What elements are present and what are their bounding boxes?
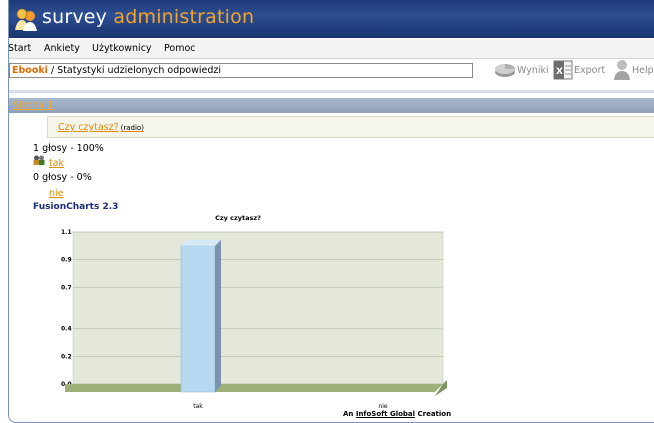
fusioncharts-version: FusionCharts 2.3 bbox=[33, 202, 119, 212]
help-person-icon bbox=[614, 60, 630, 80]
chart-credit: An InfoSoft Global Creation bbox=[343, 410, 451, 418]
y-tick-label: 0.9 bbox=[61, 257, 72, 264]
answer-stat-tak: 1 głosy - 100% bbox=[33, 143, 104, 154]
bar-side-tak bbox=[215, 239, 221, 392]
users-icon bbox=[33, 155, 45, 165]
menu-item-start[interactable]: Start bbox=[9, 43, 31, 54]
menu-item-uzytkownicy[interactable]: Użytkownicy bbox=[92, 43, 152, 54]
x-tick-label-tak: tak bbox=[193, 403, 203, 410]
x-tick-label-nie: nie bbox=[378, 403, 387, 410]
export-button[interactable]: X Export bbox=[552, 58, 605, 82]
bar-chart: Czy czytasz?1.10.90.70.40.20.0taknie bbox=[61, 214, 447, 410]
question-link[interactable]: Czy czytasz? (radio) bbox=[58, 122, 144, 133]
floor-top bbox=[65, 384, 443, 392]
bar-tak bbox=[180, 245, 216, 393]
question-header: Czy czytasz? (radio) bbox=[47, 116, 654, 138]
chart-title: Czy czytasz? bbox=[215, 214, 261, 222]
results-label: Wyniki bbox=[517, 64, 549, 76]
app-title-part1: survey bbox=[42, 6, 108, 28]
bar-top-tak bbox=[181, 239, 221, 246]
excel-icon: X bbox=[553, 60, 573, 80]
plot-area bbox=[72, 231, 444, 385]
menu-bar: Start Ankiety Użytkownicy Pomoc bbox=[9, 39, 654, 59]
help-label: Help bbox=[632, 64, 654, 76]
app-window: survey administration Start Ankiety Użyt… bbox=[8, 0, 654, 423]
breadcrumb-root-link[interactable]: Ebooki bbox=[12, 65, 48, 76]
pie-chart-icon bbox=[495, 64, 515, 77]
y-tick-label: 0.7 bbox=[61, 284, 72, 291]
page-bar: Strona 1 bbox=[9, 98, 654, 113]
menu-item-ankiety[interactable]: Ankiety bbox=[44, 43, 80, 54]
y-tick-label: 1.1 bbox=[61, 229, 72, 236]
answer-link-tak[interactable]: tak bbox=[49, 158, 64, 169]
svg-text:X: X bbox=[556, 67, 563, 77]
answer-stat-nie: 0 głosy - 0% bbox=[33, 172, 92, 183]
y-tick-label: 0.2 bbox=[61, 353, 72, 360]
app-title: survey administration bbox=[42, 6, 254, 28]
credit-prefix: An bbox=[343, 410, 354, 418]
breadcrumb-separator: / bbox=[47, 65, 58, 76]
results-button[interactable]: Wyniki bbox=[493, 58, 549, 82]
breadcrumb: Ebooki / Statystyki udzielonych odpowied… bbox=[9, 63, 473, 78]
credit-suffix: Creation bbox=[417, 410, 452, 418]
answer-link-nie[interactable]: nie bbox=[49, 188, 64, 199]
app-title-part2: administration bbox=[113, 6, 255, 28]
users-logo-icon bbox=[15, 8, 37, 31]
y-tick-label: 0.4 bbox=[61, 326, 72, 333]
menu-item-pomoc[interactable]: Pomoc bbox=[164, 43, 196, 54]
app-title-bar: survey administration bbox=[9, 0, 654, 38]
help-button[interactable]: Help bbox=[612, 58, 654, 82]
question-text: Czy czytasz? bbox=[58, 122, 119, 133]
question-type: (radio) bbox=[120, 124, 144, 132]
breadcrumb-current: Statystyki udzielonych odpowiedzi bbox=[57, 65, 222, 76]
export-label: Export bbox=[574, 64, 606, 76]
credit-brand-link[interactable]: InfoSoft Global bbox=[356, 410, 415, 418]
page-link[interactable]: Strona 1 bbox=[13, 100, 53, 111]
toolbar-divider bbox=[9, 90, 654, 93]
